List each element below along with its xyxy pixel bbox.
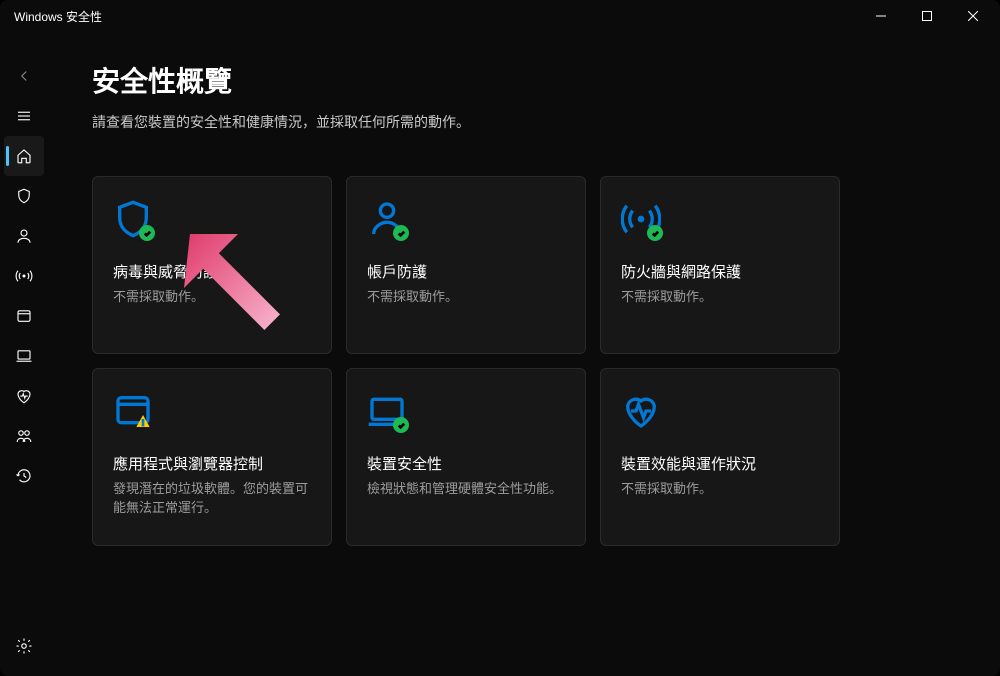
status-ok-icon — [139, 225, 155, 241]
status-ok-icon — [647, 225, 663, 241]
sidebar-item-app[interactable] — [0, 296, 48, 336]
cards-grid: 病毒與威脅防護 不需採取動作。 帳戶防護 不需採取動作。 — [92, 176, 940, 546]
health-icon — [621, 391, 819, 435]
sidebar-item-account[interactable] — [0, 216, 48, 256]
sidebar-item-home[interactable] — [4, 136, 44, 176]
app-window: Windows 安全性 安全性概覽 請查看您裝置的安全性和健康情況，並採取任何所… — [0, 0, 1000, 676]
card-desc: 不需採取動作。 — [367, 288, 565, 307]
sidebar-item-settings[interactable] — [0, 626, 48, 666]
sidebar-item-family[interactable] — [0, 416, 48, 456]
sidebar-item-virus[interactable] — [0, 176, 48, 216]
network-icon — [621, 199, 819, 243]
status-ok-icon — [393, 225, 409, 241]
shield-icon — [113, 199, 311, 243]
card-device-health[interactable]: 裝置效能與運作狀況 不需採取動作。 — [600, 368, 840, 546]
card-title: 裝置安全性 — [367, 453, 565, 474]
card-title: 應用程式與瀏覽器控制 — [113, 453, 311, 474]
window-title: Windows 安全性 — [14, 8, 102, 25]
card-account[interactable]: 帳戶防護 不需採取動作。 — [346, 176, 586, 354]
card-desc: 不需採取動作。 — [113, 288, 311, 307]
card-desc: 檢視狀態和管理硬體安全性功能。 — [367, 480, 565, 499]
card-desc: 不需採取動作。 — [621, 480, 819, 499]
page-title: 安全性概覽 — [92, 60, 940, 100]
card-title: 帳戶防護 — [367, 261, 565, 282]
card-virus-threat[interactable]: 病毒與威脅防護 不需採取動作。 — [92, 176, 332, 354]
titlebar: Windows 安全性 — [0, 0, 1000, 32]
sidebar-item-history[interactable] — [0, 456, 48, 496]
page-subtitle: 請查看您裝置的安全性和健康情況，並採取任何所需的動作。 — [92, 112, 940, 132]
sidebar-item-firewall[interactable] — [0, 256, 48, 296]
status-ok-icon — [393, 417, 409, 433]
device-icon — [367, 391, 565, 435]
card-title: 裝置效能與運作狀況 — [621, 453, 819, 474]
sidebar — [0, 32, 48, 676]
account-icon — [367, 199, 565, 243]
app-body: 安全性概覽 請查看您裝置的安全性和健康情況，並採取任何所需的動作。 病毒與威脅防… — [0, 32, 1000, 676]
card-desc: 不需採取動作。 — [621, 288, 819, 307]
card-title: 防火牆與網路保護 — [621, 261, 819, 282]
menu-button[interactable] — [0, 96, 48, 136]
status-warn-icon — [135, 413, 151, 429]
close-button[interactable] — [950, 0, 996, 32]
app-browser-icon — [113, 391, 311, 435]
card-app-browser[interactable]: 應用程式與瀏覽器控制 發現潛在的垃圾軟體。您的裝置可能無法正常運行。 — [92, 368, 332, 546]
card-device-security[interactable]: 裝置安全性 檢視狀態和管理硬體安全性功能。 — [346, 368, 586, 546]
content-area: 安全性概覽 請查看您裝置的安全性和健康情況，並採取任何所需的動作。 病毒與威脅防… — [48, 32, 1000, 676]
back-button[interactable] — [0, 56, 48, 96]
sidebar-item-health[interactable] — [0, 376, 48, 416]
minimize-button[interactable] — [858, 0, 904, 32]
sidebar-item-device[interactable] — [0, 336, 48, 376]
card-desc: 發現潛在的垃圾軟體。您的裝置可能無法正常運行。 — [113, 480, 311, 518]
card-title: 病毒與威脅防護 — [113, 261, 311, 282]
maximize-button[interactable] — [904, 0, 950, 32]
card-firewall[interactable]: 防火牆與網路保護 不需採取動作。 — [600, 176, 840, 354]
